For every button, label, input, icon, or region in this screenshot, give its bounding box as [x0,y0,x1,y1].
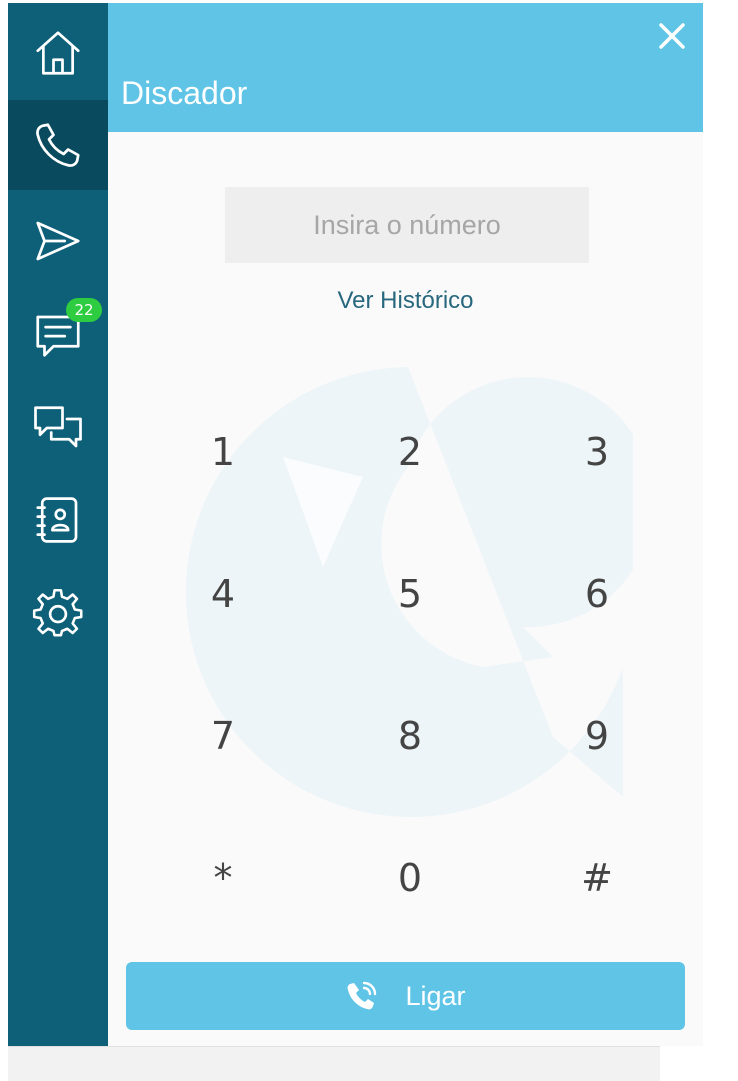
sidebar-item-phone[interactable] [8,100,108,190]
key-hash[interactable]: # [517,833,677,923]
keypad: 1 2 3 4 5 6 7 8 9 * 0 # [120,377,680,947]
sidebar-item-settings[interactable] [8,568,108,658]
unread-badge: 22 [66,298,102,322]
sidebar-item-contacts[interactable] [8,475,108,565]
key-4[interactable]: 4 [143,549,303,639]
key-2[interactable]: 2 [330,407,490,497]
sidebar-item-conversations[interactable] [8,383,108,473]
home-icon [36,31,80,75]
dialer-app: 22 Discador Insira o número Ver Históric… [8,3,703,1046]
sidebar-item-messages[interactable]: 22 [8,290,108,380]
phone-icon [36,123,80,167]
key-8[interactable]: 8 [330,691,490,781]
key-0[interactable]: 0 [330,833,490,923]
call-button-label: Ligar [405,980,466,1011]
sidebar-item-home[interactable] [8,8,108,98]
key-1[interactable]: 1 [143,407,303,497]
header: Discador [108,3,703,132]
contacts-book-icon [36,497,78,543]
key-9[interactable]: 9 [517,691,677,781]
key-6[interactable]: 6 [517,549,677,639]
settings-gear-icon [32,588,83,637]
page-title: Discador [121,75,248,111]
call-button[interactable]: Ligar [126,962,685,1030]
sidebar: 22 [8,3,108,1046]
phone-number-input[interactable] [225,187,589,263]
send-icon [36,221,80,261]
bottom-strip [8,1046,660,1081]
close-icon [659,23,685,49]
dialer-panel: Ver Histórico 1 2 3 4 5 6 7 8 9 * 0 # Li… [108,132,703,1046]
conversations-icon [34,406,82,448]
sidebar-item-send[interactable] [8,196,108,286]
key-star[interactable]: * [143,833,303,923]
key-5[interactable]: 5 [330,549,490,639]
key-7[interactable]: 7 [143,691,303,781]
phone-call-icon [348,981,377,1010]
page-margin [703,0,738,1080]
key-3[interactable]: 3 [517,407,677,497]
view-history-link[interactable]: Ver Histórico [108,287,703,315]
close-button[interactable] [655,19,689,53]
